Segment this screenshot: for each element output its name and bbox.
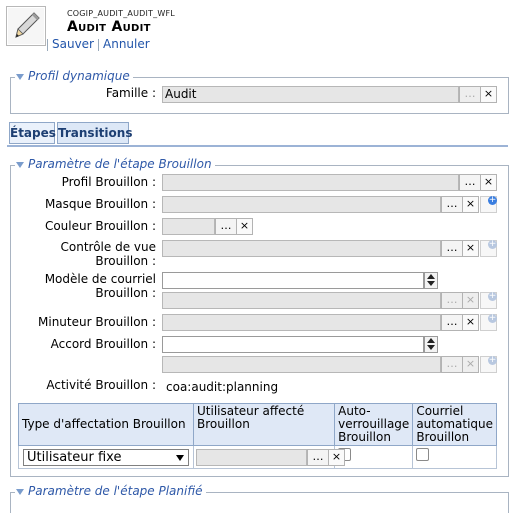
controle-clear-button[interactable]: × [462,240,479,257]
type-cell: Utilisateur fixe [18,445,194,469]
modele-courriel-select[interactable] [162,272,424,289]
couleur-brouillon-label: Couleur Brouillon : [44,219,156,233]
col-utilisateur-affecte: Utilisateur affecté Brouillon [192,403,336,446]
etape-brouillon-legend[interactable]: Paramètre de l'étape Brouillon [15,157,215,171]
controle-vue-label: Contrôle de vue Brouillon : [60,240,156,268]
header-actions: Sauver Annuler [47,37,150,51]
modele-spin-icon[interactable] [424,272,438,289]
minuteur-browse-button[interactable]: … [441,314,463,331]
col-auto-verrouillage: Auto-verrouillage Brouillon [334,403,414,446]
tab-etapes[interactable]: Étapes [9,122,56,144]
famille-clear-button[interactable]: × [480,86,497,103]
couleur-brouillon-input[interactable] [162,218,215,235]
profil-brouillon-input[interactable] [162,174,459,191]
famille-browse-button[interactable]: … [459,86,481,103]
utilisateur-wrapper: … × [194,447,345,467]
accord-spin-icon[interactable] [424,336,438,353]
utilisateur-clear-button[interactable]: × [328,449,345,466]
tab-underline [7,145,508,147]
profil-clear-button[interactable]: × [480,174,497,191]
etape-planifie-legend[interactable]: Paramètre de l'étape Planifié [15,484,206,498]
masque-browse-button[interactable]: … [441,196,463,213]
controle-browse-button[interactable]: … [441,240,463,257]
collapse-triangle-icon [16,488,24,495]
page-title: Audit Audit [67,19,151,35]
activite-brouillon-value: coa:audit:planning [166,380,279,394]
profil-brouillon-label: Profil Brouillon : [61,175,156,189]
courriel-automatique-checkbox[interactable] [416,448,430,461]
collapse-triangle-icon [16,73,24,80]
minuteur-brouillon-label: Minuteur Brouillon : [38,315,156,329]
couleur-browse-button[interactable]: … [215,218,237,235]
pencil-icon [6,6,46,46]
affectation-header-row: Type d'affectation Brouillon Utilisateur… [18,403,497,446]
profil-browse-button[interactable]: … [459,174,481,191]
courriel-auto-cell [412,445,497,469]
masque-clear-button[interactable]: × [462,196,479,213]
accord-add-icon[interactable]: + [480,356,497,373]
accord-clear-button[interactable]: × [462,356,479,373]
document-code: COGIP_AUDIT_AUDIT_WFL [67,9,175,18]
auto-verrouillage-cell [334,445,414,469]
type-affectation-select[interactable]: Utilisateur fixe [23,448,189,466]
modele-browse-button[interactable]: … [441,292,463,309]
minuteur-clear-button[interactable]: × [462,314,479,331]
table-row: Utilisateur fixe … × [18,445,497,469]
col-courriel-automatique: Courriel automatique Brouillon [412,403,497,446]
controle-add-icon[interactable]: + [480,240,497,257]
masque-add-icon[interactable]: + [480,196,497,213]
modele-courriel-label: Modèle de courriel Brouillon : [44,272,156,300]
famille-label: Famille : [105,86,156,100]
masque-brouillon-input[interactable] [162,196,441,213]
utilisateur-browse-button[interactable]: … [307,449,329,466]
utilisateur-cell: … × [192,445,345,469]
minuteur-brouillon-input[interactable] [162,314,441,331]
cancel-link[interactable]: Annuler [103,37,150,51]
accord-brouillon-input[interactable] [162,356,441,373]
accord-brouillon-select[interactable] [162,336,424,353]
tab-transitions[interactable]: Transitions [57,122,132,144]
type-affectation-value: Utilisateur fixe [27,449,122,465]
famille-input[interactable]: Audit [162,86,459,103]
dropdown-caret-icon [176,454,184,461]
save-link[interactable]: Sauver [52,37,94,51]
activite-brouillon-label: Activité Brouillon : [46,378,156,392]
modele-courriel-input[interactable] [162,292,441,309]
minuteur-add-icon[interactable]: + [480,314,497,331]
affectation-table: Type d'affectation Brouillon Utilisateur… [18,403,497,469]
accord-brouillon-label: Accord Brouillon : [50,337,156,351]
accord-browse-button[interactable]: … [441,356,463,373]
couleur-clear-button[interactable]: × [236,218,253,235]
masque-brouillon-label: Masque Brouillon : [44,197,156,211]
modele-add-icon[interactable]: + [480,292,497,309]
utilisateur-affecte-input[interactable] [196,449,307,466]
modele-clear-button[interactable]: × [462,292,479,309]
col-type-affectation: Type d'affectation Brouillon [18,403,194,446]
controle-vue-input[interactable] [162,240,441,257]
profil-dynamique-legend[interactable]: Profil dynamique [15,69,133,83]
collapse-triangle-icon [16,161,24,168]
